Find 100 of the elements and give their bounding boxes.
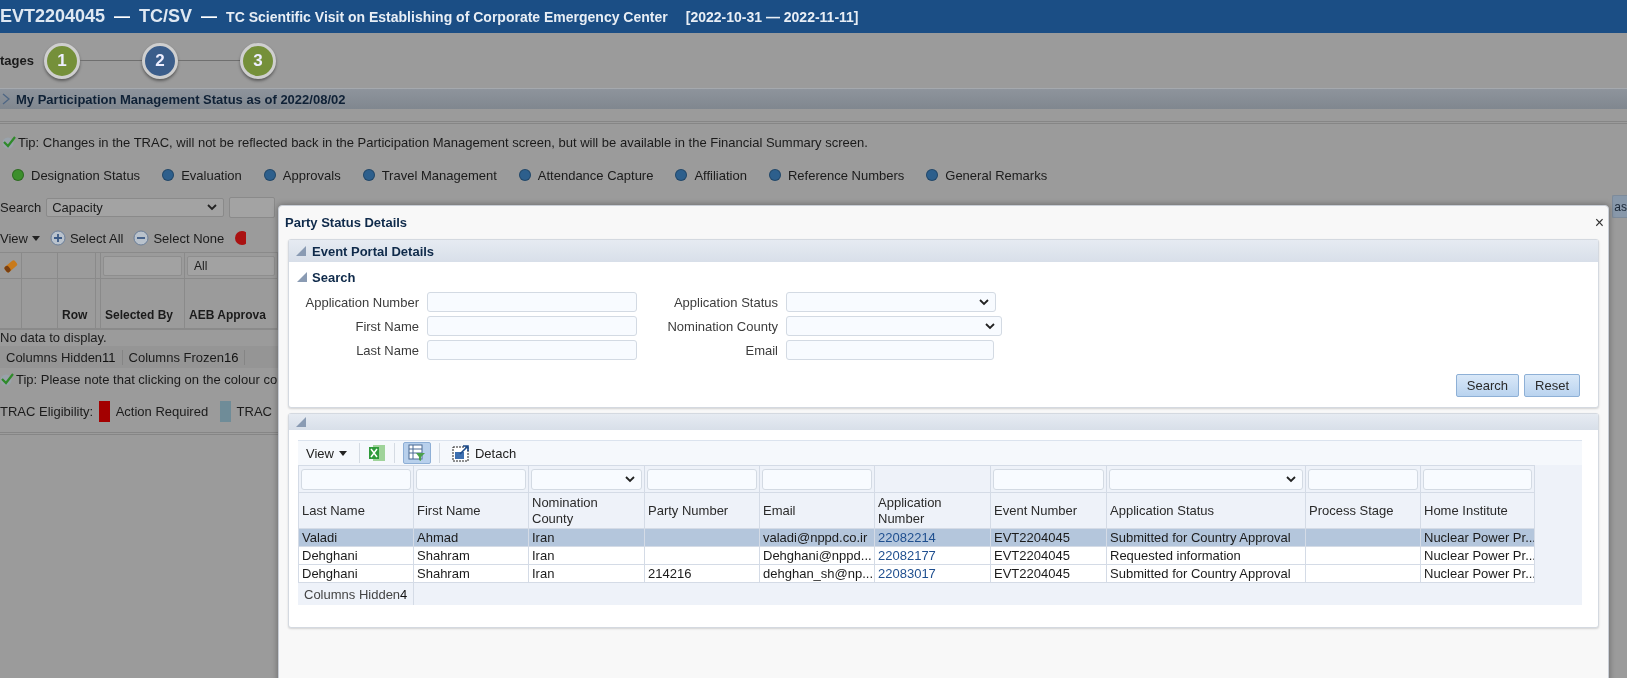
column-header[interactable]: Last Name xyxy=(298,492,414,529)
column-header[interactable]: Application Status xyxy=(1106,492,1306,529)
column-header: Selected By xyxy=(101,279,185,329)
input-field[interactable] xyxy=(427,316,637,336)
table-cell: Ahmad xyxy=(417,530,459,545)
column-header[interactable]: Home Institute xyxy=(1420,492,1535,529)
separator: — xyxy=(114,7,131,26)
dropdown-chevron-icon xyxy=(624,474,636,484)
filter-select[interactable] xyxy=(531,468,642,490)
field-label: Application Number xyxy=(304,294,419,310)
separator: — xyxy=(201,7,218,26)
legend-text: Action Required xyxy=(115,403,209,419)
panel-header[interactable] xyxy=(289,414,1598,430)
select-none-button[interactable]: Select None xyxy=(133,230,225,246)
section-header-bar[interactable]: My Participation Management Status as of 2022/08/02 xyxy=(0,88,1627,109)
table-cell: dehghan_sh@np... xyxy=(763,566,874,581)
status-tab[interactable]: Evaluation xyxy=(181,167,242,183)
collapse-triangle-icon[interactable] xyxy=(295,416,307,428)
view-menu[interactable]: View xyxy=(0,224,40,252)
status-tab[interactable]: Travel Management xyxy=(381,167,497,183)
table-cell: EVT2204045 xyxy=(994,548,1070,563)
filter-toggle-button[interactable] xyxy=(402,442,431,464)
search-label: Search xyxy=(0,199,42,215)
empty-message: No data to display. xyxy=(0,330,108,346)
check-icon xyxy=(2,135,16,149)
close-button[interactable]: × xyxy=(1594,214,1604,231)
dropdown-chevron-icon xyxy=(1285,474,1297,484)
table-cell: valadi@nppd.co.ir xyxy=(763,530,868,545)
search-select[interactable]: Capacity xyxy=(46,197,225,217)
field-label: First Name xyxy=(354,318,419,334)
column-header[interactable]: Event Number xyxy=(990,492,1107,529)
table-cell: EVT2204045 xyxy=(994,566,1070,581)
table-cell: Shahram xyxy=(417,566,470,581)
view-menu[interactable]: View xyxy=(302,442,351,464)
dropdown-chevron-icon xyxy=(206,202,219,212)
event-type: TC/SV xyxy=(139,6,193,27)
table-cell: Submitted for Country Approval xyxy=(1110,530,1291,545)
filter-select[interactable] xyxy=(1109,468,1303,490)
collapse-triangle-icon[interactable] xyxy=(295,245,307,257)
column-header[interactable]: First Name xyxy=(413,492,529,529)
table-cell: Shahram xyxy=(417,548,470,563)
filter-select[interactable]: All xyxy=(187,255,275,276)
toolbar-button[interactable]: as xyxy=(1612,195,1627,218)
legend-text: TRAC xyxy=(236,403,272,419)
field-label: Last Name xyxy=(355,342,419,358)
column-header: Row xyxy=(58,279,96,329)
form-button[interactable]: Search xyxy=(1455,374,1520,397)
column-header[interactable]: Process Stage xyxy=(1305,492,1421,529)
column-header[interactable]: Email xyxy=(759,492,875,529)
select-field[interactable] xyxy=(786,316,1002,336)
panel-header[interactable]: Event Portal Details xyxy=(289,240,1598,262)
table-cell: Requested information xyxy=(1110,548,1241,563)
table-cell: Dehghani xyxy=(302,566,358,581)
legend-label: TRAC Eligibility: xyxy=(0,403,94,419)
status-tab[interactable]: Attendance Capture xyxy=(537,167,654,183)
stage-step[interactable]: 2 xyxy=(142,42,178,79)
select-field[interactable] xyxy=(786,292,996,312)
collapse-triangle-icon[interactable] xyxy=(296,271,308,283)
form-button[interactable]: Reset xyxy=(1524,374,1580,397)
dialog-title: Party Status Details xyxy=(285,215,408,230)
table-cell: Dehghani xyxy=(302,548,358,563)
table-cell: Iran xyxy=(532,530,555,545)
column-header[interactable]: Application Number xyxy=(874,492,991,529)
tip-text: Tip: Please note that clicking on the colour co xyxy=(16,371,278,387)
status-count: Columns Hidden11 xyxy=(0,349,123,365)
input-field[interactable] xyxy=(427,340,637,360)
table-cell: Iran xyxy=(532,566,555,581)
detach-button[interactable]: Detach xyxy=(447,442,521,464)
column-header[interactable]: Party Number xyxy=(644,492,760,529)
expand-chevron-icon[interactable] xyxy=(2,93,10,105)
stages-label: tages xyxy=(0,53,35,68)
status-count: Columns Hidden4 xyxy=(298,583,415,605)
column-header[interactable]: Nomination County xyxy=(528,492,645,529)
minus-circle-icon xyxy=(133,230,150,246)
event-title: TC Scientific Visit on Establishing of Corporate Emergency Center xyxy=(226,8,668,25)
table-cell: Iran xyxy=(532,548,555,563)
plus-circle-icon xyxy=(49,230,66,246)
field-label: Application Status xyxy=(672,294,778,310)
table-cell: Valadi xyxy=(302,530,338,545)
select-all-button[interactable]: Select All xyxy=(49,230,124,246)
section-title: My Participation Management Status as of 2022/08/02 xyxy=(16,91,346,107)
input-field[interactable] xyxy=(786,340,994,360)
event-code: EVT2204045 xyxy=(0,6,106,27)
search-field[interactable] xyxy=(229,196,276,218)
detach-icon xyxy=(451,444,470,462)
check-icon xyxy=(0,372,14,386)
dropdown-chevron-icon xyxy=(978,297,990,307)
field-label: Email xyxy=(744,342,778,358)
status-tab[interactable]: Reference Numbers xyxy=(787,167,905,183)
field-label: Nomination County xyxy=(666,318,778,334)
status-tab[interactable]: General Remarks xyxy=(945,167,1048,183)
table-cell: 214216 xyxy=(648,566,692,581)
status-tab[interactable]: Approvals xyxy=(282,167,341,183)
spreadsheet-icon[interactable] xyxy=(367,444,386,462)
dropdown-chevron-icon xyxy=(984,321,996,331)
caret-down-icon xyxy=(338,450,347,456)
search-heading: Search xyxy=(312,269,356,285)
status-tab[interactable]: Designation Status xyxy=(31,167,141,183)
input-field[interactable] xyxy=(427,292,637,312)
status-tab[interactable]: Affiliation xyxy=(694,167,747,183)
